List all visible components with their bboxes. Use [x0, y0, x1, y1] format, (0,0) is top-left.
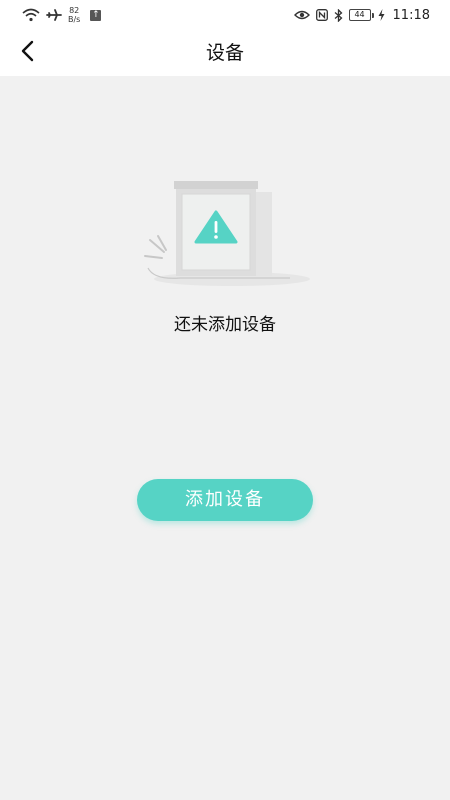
net-speed-unit: B/s	[68, 15, 81, 24]
airplane-icon	[46, 8, 62, 22]
empty-state-message: 还未添加设备	[174, 315, 276, 335]
header: 设备	[0, 30, 450, 76]
eye-icon	[293, 9, 310, 21]
net-speed: 82 B/s	[68, 6, 80, 24]
add-device-button[interactable]: 添加设备	[137, 479, 313, 521]
status-bar-left: 82 B/s ↑	[22, 0, 102, 30]
nfc-icon	[315, 9, 328, 21]
bluetooth-icon	[334, 8, 343, 22]
net-speed-value: 82	[69, 6, 80, 15]
battery-icon: 44	[348, 9, 374, 21]
battery-level: 44	[348, 9, 371, 21]
charging-icon	[378, 9, 385, 21]
status-bar: 82 B/s ↑ 44 11:18	[0, 0, 450, 30]
upload-icon: ↑	[90, 9, 102, 21]
wifi-icon	[22, 8, 40, 22]
status-bar-right: 44 11:18	[293, 0, 430, 30]
empty-device-box-illustration	[140, 178, 310, 288]
battery-tip	[371, 12, 374, 18]
page-title: 设备	[205, 42, 244, 64]
clock: 11:18	[392, 7, 430, 23]
